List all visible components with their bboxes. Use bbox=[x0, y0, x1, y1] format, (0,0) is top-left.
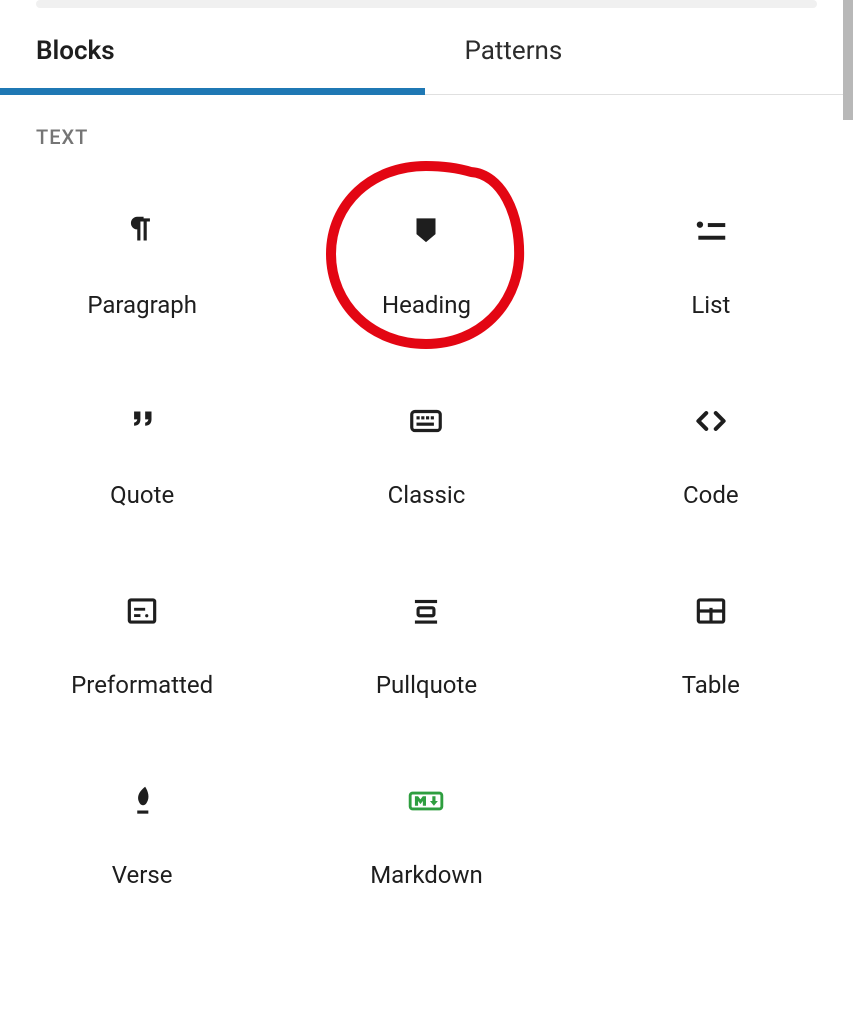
block-paragraph[interactable]: Paragraph bbox=[0, 169, 284, 359]
markdown-icon bbox=[404, 779, 448, 823]
block-list[interactable]: List bbox=[569, 169, 853, 359]
verse-icon bbox=[120, 779, 164, 823]
block-heading-label: Heading bbox=[382, 291, 471, 319]
block-list-label: List bbox=[691, 291, 730, 319]
blocks-grid: Paragraph Heading List Quote bbox=[0, 159, 853, 939]
block-pullquote-label: Pullquote bbox=[376, 671, 477, 699]
quote-icon bbox=[120, 399, 164, 443]
tab-blocks[interactable]: Blocks bbox=[0, 14, 425, 95]
block-code[interactable]: Code bbox=[569, 359, 853, 549]
block-classic-label: Classic bbox=[388, 481, 466, 509]
list-icon bbox=[689, 209, 733, 253]
table-icon bbox=[689, 589, 733, 633]
pullquote-icon bbox=[404, 589, 448, 633]
preformatted-icon bbox=[120, 589, 164, 633]
block-verse[interactable]: Verse bbox=[0, 739, 284, 929]
block-preformatted[interactable]: Preformatted bbox=[0, 549, 284, 739]
category-text-label: TEXT bbox=[0, 95, 853, 159]
block-quote-label: Quote bbox=[110, 481, 174, 509]
annotation-circle bbox=[321, 154, 531, 354]
search-bar-partial[interactable] bbox=[36, 0, 817, 8]
block-verse-label: Verse bbox=[112, 861, 173, 889]
block-quote[interactable]: Quote bbox=[0, 359, 284, 549]
block-table-label: Table bbox=[682, 671, 740, 699]
block-classic[interactable]: Classic bbox=[284, 359, 568, 549]
tabs-container: Blocks Patterns bbox=[0, 14, 853, 95]
block-markdown-label: Markdown bbox=[370, 861, 483, 889]
block-paragraph-label: Paragraph bbox=[87, 291, 197, 319]
tab-patterns[interactable]: Patterns bbox=[425, 14, 853, 95]
block-pullquote[interactable]: Pullquote bbox=[284, 549, 568, 739]
block-heading[interactable]: Heading bbox=[284, 169, 568, 359]
heading-icon bbox=[404, 209, 448, 253]
scrollbar-thumb[interactable] bbox=[843, 0, 853, 120]
block-preformatted-label: Preformatted bbox=[71, 671, 213, 699]
paragraph-icon bbox=[120, 209, 164, 253]
block-table[interactable]: Table bbox=[569, 549, 853, 739]
block-code-label: Code bbox=[683, 481, 739, 509]
code-icon bbox=[689, 399, 733, 443]
classic-icon bbox=[404, 399, 448, 443]
block-markdown[interactable]: Markdown bbox=[284, 739, 568, 929]
